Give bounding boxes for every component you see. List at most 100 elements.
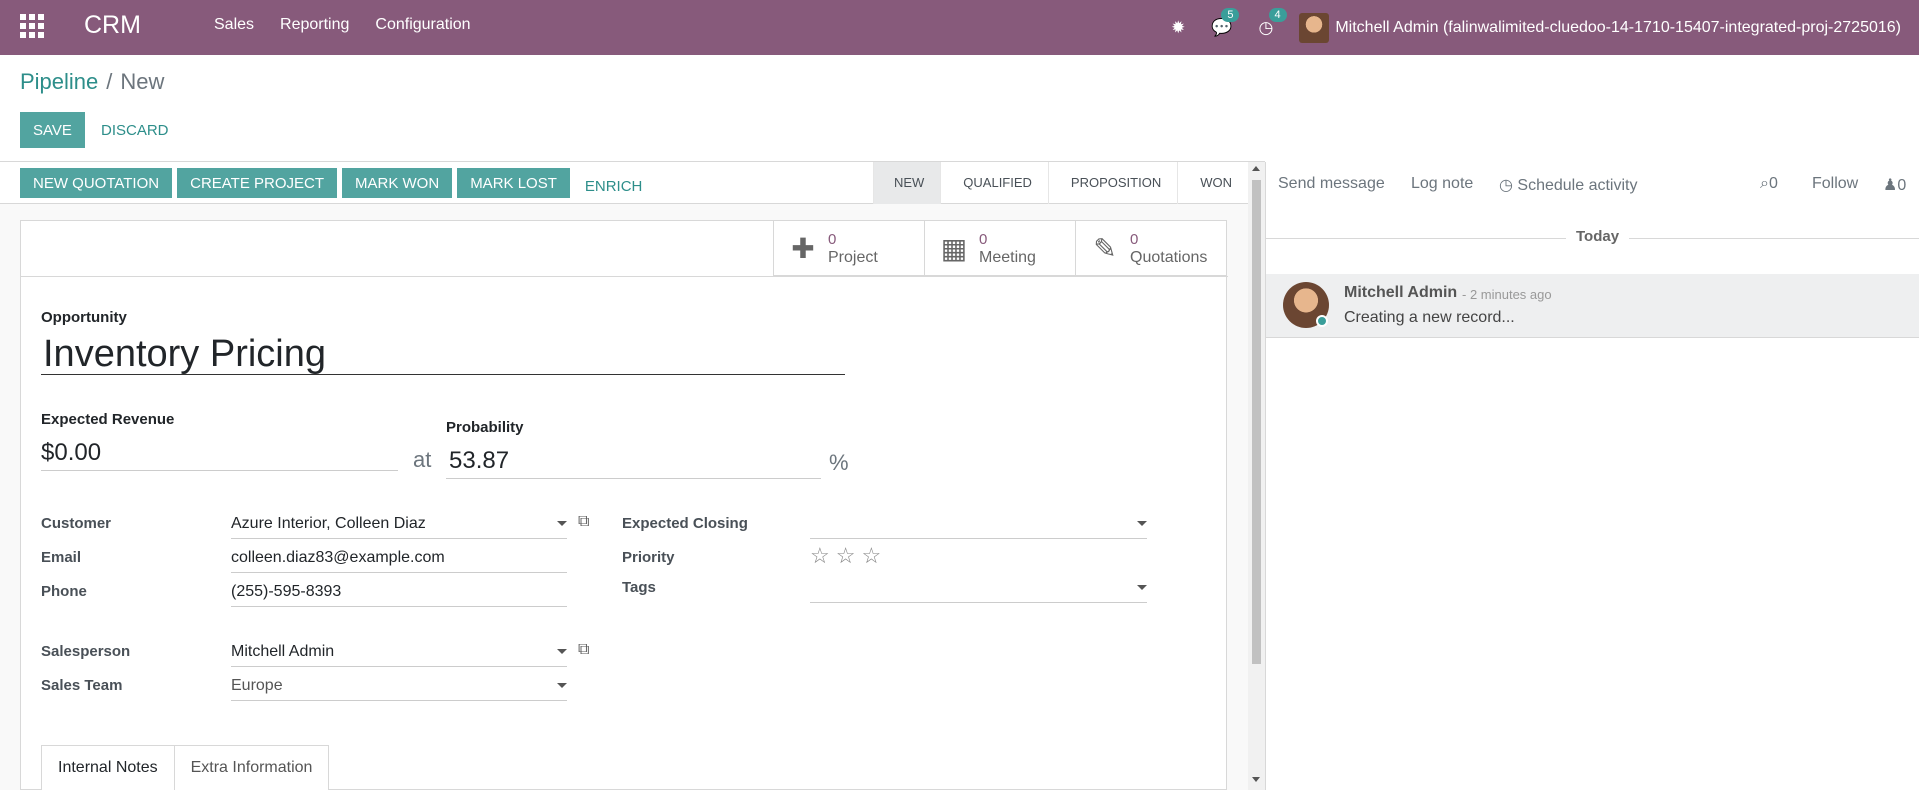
customer-field[interactable]: Azure Interior, Colleen Diaz <box>231 513 567 539</box>
attachments-button[interactable]: ⌕0 <box>1760 175 1778 193</box>
form-statusbar: NEW QUOTATION CREATE PROJECT MARK WON MA… <box>0 162 1248 204</box>
scroll-thumb[interactable] <box>1252 180 1261 664</box>
sales-team-field[interactable]: Europe <box>231 675 567 701</box>
discard-button[interactable]: DISCARD <box>91 112 179 148</box>
notebook-tabs: Internal Notes Extra Information <box>41 745 330 790</box>
phone-label: Phone <box>41 583 87 600</box>
main-menu: Sales Reporting Configuration <box>214 16 471 34</box>
stage-pipeline: NEW QUALIFIED PROPOSITION WON <box>872 162 1248 204</box>
new-quotation-button[interactable]: NEW QUOTATION <box>20 168 173 198</box>
priority-stars: ☆ ☆ ☆ <box>810 543 881 569</box>
chevron-down-icon[interactable] <box>1137 585 1147 590</box>
meeting-label: Meeting <box>979 248 1036 266</box>
enrich-button[interactable]: ENRICH <box>575 168 653 204</box>
mark-won-button[interactable]: MARK WON <box>342 168 453 198</box>
expected-revenue-label: Expected Revenue <box>41 411 175 428</box>
chatter-panel: Send message Log note ◷ Schedule activit… <box>1265 162 1919 790</box>
menu-sales[interactable]: Sales <box>214 16 254 34</box>
form-sheet: ✚ 0 Project ▦ 0 Meeting ✎ 0 Quotations Oppo… <box>20 220 1228 790</box>
breadcrumb-current: New <box>120 69 165 94</box>
chevron-down-icon[interactable] <box>557 521 567 526</box>
chatter-message: Mitchell Admin - 2 minutes ago Creating … <box>1266 274 1919 338</box>
date-separator-label: Today <box>1566 228 1630 245</box>
user-icon: ♟ <box>1883 177 1898 194</box>
expected-closing-field[interactable] <box>810 513 1147 539</box>
stage-new[interactable]: NEW <box>872 162 941 204</box>
meeting-count: 0 <box>979 230 988 248</box>
form-scrollbar[interactable] <box>1248 162 1265 790</box>
clock-icon: ◷ <box>1499 177 1518 194</box>
avatar <box>1299 12 1330 43</box>
star-icon[interactable]: ☆ <box>810 543 830 569</box>
meeting-smart-button[interactable]: ▦ 0 Meeting <box>924 221 1075 276</box>
project-smart-button[interactable]: ✚ 0 Project <box>773 221 924 276</box>
project-count: 0 <box>828 230 837 248</box>
messages-badge: 5 <box>1221 7 1240 22</box>
chevron-down-icon[interactable] <box>557 683 567 688</box>
quotations-label: Quotations <box>1130 248 1208 266</box>
quotations-smart-button[interactable]: ✎ 0 Quotations <box>1075 221 1226 276</box>
tags-field[interactable] <box>810 577 1147 603</box>
star-icon[interactable]: ☆ <box>836 543 856 569</box>
probability-input[interactable]: 53.87 <box>446 447 821 479</box>
salesperson-field[interactable]: Mitchell Admin <box>231 641 567 667</box>
chevron-down-icon[interactable] <box>557 649 567 654</box>
bug-icon[interactable]: ✹ <box>1171 18 1185 38</box>
tags-label: Tags <box>622 579 656 596</box>
message-author[interactable]: Mitchell Admin <box>1344 284 1457 302</box>
schedule-activity-button[interactable]: ◷ Schedule activity <box>1499 175 1637 195</box>
activities-badge: 4 <box>1268 7 1287 22</box>
sales-team-value: Europe <box>231 677 283 694</box>
menu-configuration[interactable]: Configuration <box>375 16 470 34</box>
scroll-up-icon[interactable] <box>1252 166 1260 171</box>
opportunity-label: Opportunity <box>41 309 127 326</box>
email-field[interactable]: colleen.diaz83@example.com <box>231 547 567 573</box>
log-note-button[interactable]: Log note <box>1411 175 1473 193</box>
stage-qualified[interactable]: QUALIFIED <box>940 162 1048 204</box>
puzzle-icon: ✚ <box>791 233 815 264</box>
tab-internal-notes[interactable]: Internal Notes <box>41 745 175 790</box>
systray: ✹ 💬 5 ◷ 4 Mitchell Admin (falinwalimited-c… <box>1171 0 1919 55</box>
user-menu[interactable]: Mitchell Admin (falinwalimited-cluedoo-1… <box>1299 12 1901 43</box>
chevron-down-icon[interactable] <box>1137 521 1147 526</box>
follow-button[interactable]: Follow <box>1812 175 1858 193</box>
calendar-icon: ▦ <box>940 233 968 264</box>
message-date: - 2 minutes ago <box>1462 287 1552 302</box>
external-link-icon[interactable]: ⧉ <box>578 641 589 659</box>
apps-grid-icon[interactable] <box>20 14 44 38</box>
top-navbar: CRM Sales Reporting Configuration ✹ 💬 5 ◷… <box>0 0 1919 55</box>
send-message-button[interactable]: Send message <box>1278 175 1385 193</box>
app-name[interactable]: CRM <box>84 11 141 40</box>
sheet-header-divider <box>21 276 1228 277</box>
message-body: Creating a new record... <box>1344 309 1515 326</box>
paperclip-icon: ⌕ <box>1760 175 1769 192</box>
schedule-activity-label: Schedule activity <box>1517 177 1638 194</box>
attachments-count: 0 <box>1768 175 1778 192</box>
messages-icon[interactable]: 💬 5 <box>1211 7 1240 38</box>
menu-reporting[interactable]: Reporting <box>280 16 349 34</box>
followers-button[interactable]: ♟0 <box>1883 175 1906 195</box>
mark-lost-button[interactable]: MARK LOST <box>457 168 570 198</box>
scroll-down-icon[interactable] <box>1252 777 1260 782</box>
tab-extra-information[interactable]: Extra Information <box>173 745 330 790</box>
create-project-button[interactable]: CREATE PROJECT <box>177 168 338 198</box>
opportunity-name-input[interactable]: Inventory Pricing <box>41 333 845 375</box>
save-button[interactable]: SAVE <box>20 112 85 148</box>
project-label: Project <box>828 248 878 266</box>
stage-won[interactable]: WON <box>1177 162 1248 204</box>
sales-team-label: Sales Team <box>41 677 123 694</box>
star-icon[interactable]: ☆ <box>861 543 881 569</box>
customer-label: Customer <box>41 515 112 532</box>
salesperson-value: Mitchell Admin <box>231 643 335 660</box>
probability-label: Probability <box>446 419 524 436</box>
activities-clock-icon[interactable]: ◷ 4 <box>1259 7 1287 38</box>
stage-proposition[interactable]: PROPOSITION <box>1047 162 1177 204</box>
external-link-icon[interactable]: ⧉ <box>578 513 589 531</box>
phone-field[interactable]: (255)-595-8393 <box>231 581 567 607</box>
expected-revenue-input[interactable]: $0.00 <box>41 439 398 471</box>
salesperson-label: Salesperson <box>41 643 131 660</box>
breadcrumb: Pipeline / New <box>20 69 164 95</box>
breadcrumb-pipeline[interactable]: Pipeline <box>20 69 98 94</box>
expected-closing-label: Expected Closing <box>622 515 748 532</box>
email-label: Email <box>41 549 82 566</box>
